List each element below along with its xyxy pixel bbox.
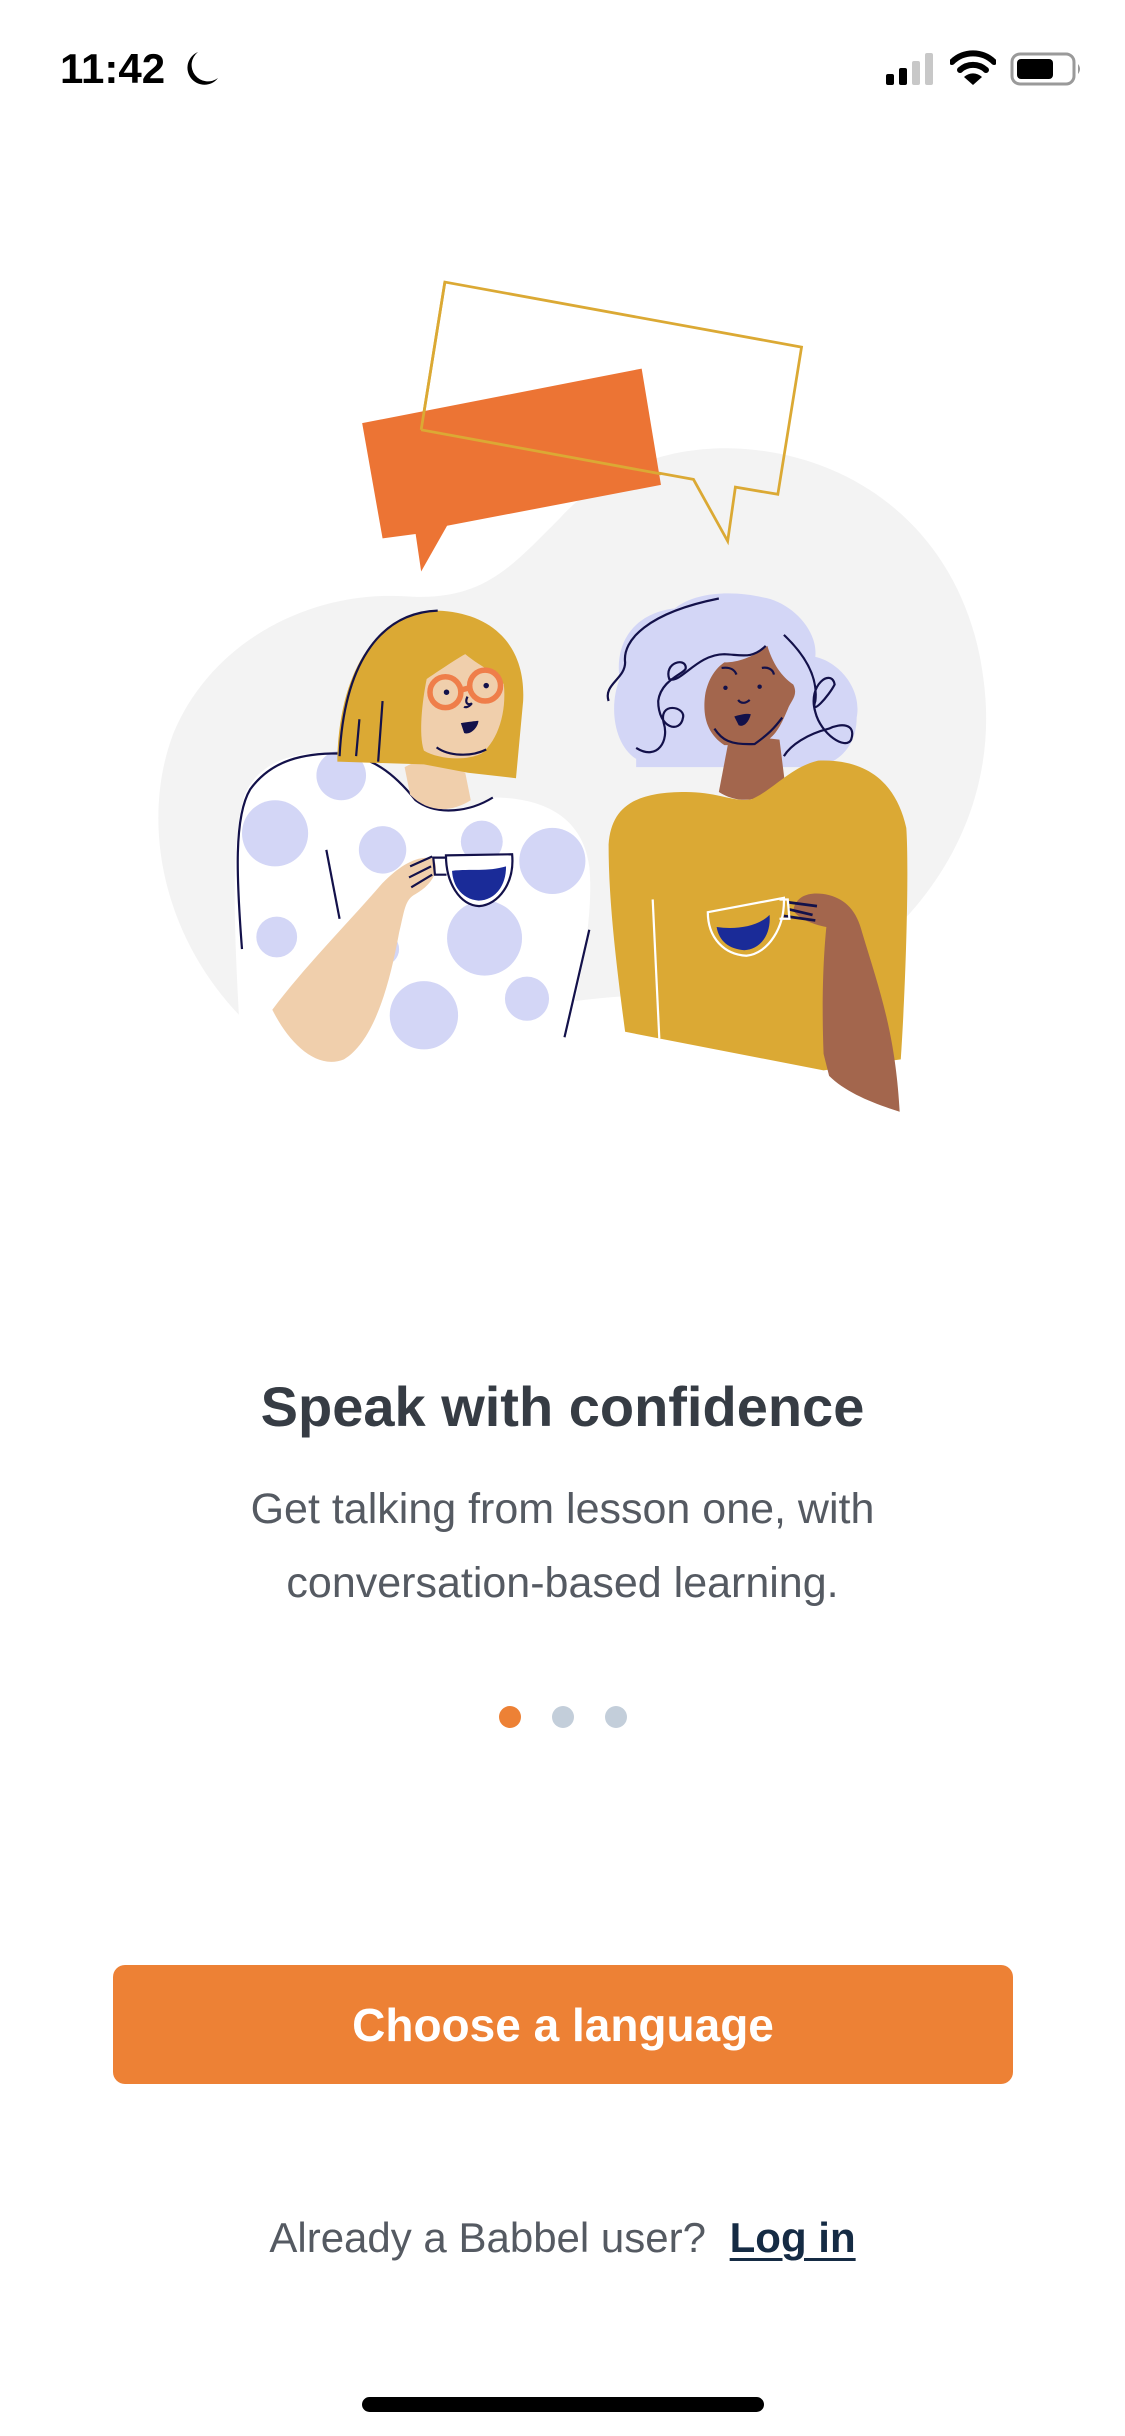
battery-fill bbox=[1017, 59, 1053, 79]
status-time: 11:42 bbox=[60, 45, 166, 92]
login-prompt-row: Already a Babbel user? Log in bbox=[0, 2210, 1125, 2266]
page-title: Speak with confidence bbox=[260, 1375, 865, 1438]
page-dot-2[interactable] bbox=[551, 1706, 574, 1728]
page-subtitle: Get talking from lesson one, with conver… bbox=[250, 1485, 875, 1607]
cellular-signal-icon bbox=[886, 53, 933, 85]
home-indicator[interactable] bbox=[362, 2397, 764, 2412]
login-prompt-text: Already a Babbel user? bbox=[269, 2214, 706, 2261]
signal-bar bbox=[925, 53, 933, 85]
page-indicator[interactable] bbox=[0, 1706, 1125, 1728]
choose-language-button[interactable]: Choose a language bbox=[113, 1965, 1013, 2084]
wifi-icon bbox=[950, 50, 996, 85]
login-link[interactable]: Log in bbox=[730, 2214, 856, 2261]
moon-icon bbox=[187, 52, 218, 85]
page-dot-1[interactable] bbox=[498, 1706, 521, 1728]
signal-bar bbox=[899, 68, 907, 85]
signal-bar bbox=[886, 74, 894, 85]
battery-icon bbox=[1010, 52, 1080, 86]
signal-bar bbox=[912, 61, 920, 85]
page-dot-3[interactable] bbox=[604, 1706, 627, 1728]
onboarding-illustration bbox=[158, 280, 987, 1112]
